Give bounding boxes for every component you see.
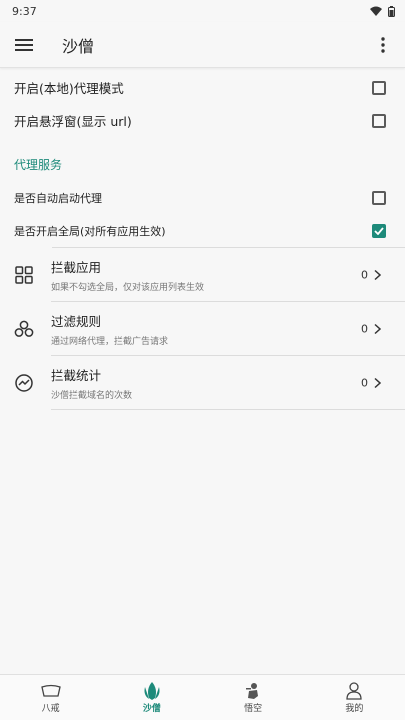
tab-mine[interactable]: 我的	[324, 681, 384, 714]
tab-label: 八戒	[41, 704, 60, 714]
nav-item-count: 0	[361, 268, 368, 281]
status-bar: 9:37	[0, 0, 405, 22]
nav-item-intercept-stats[interactable]: 拦截统计 沙僧拦截域名的次数 0	[0, 356, 405, 410]
tab-label: 沙僧	[142, 704, 161, 714]
more-options-icon[interactable]	[373, 36, 393, 53]
chevron-right-icon	[374, 323, 381, 334]
nav-item-subtitle: 通过网络代理，拦截广告请求	[51, 336, 169, 347]
chevron-right-icon	[374, 377, 381, 388]
checkbox[interactable]	[372, 190, 386, 205]
battery-icon	[388, 5, 395, 17]
nav-item-filter-rules[interactable]: 过滤规则 通过网络代理，拦截广告请求 0	[0, 302, 405, 356]
tab-shaseng[interactable]: 沙僧	[122, 681, 182, 714]
option-label: 是否开启全局(对所有应用生效)	[14, 224, 166, 238]
option-floating-window[interactable]: 开启悬浮窗(显示 url)	[0, 104, 405, 137]
checkbox[interactable]	[372, 80, 386, 95]
tab-bajie[interactable]: 八戒	[21, 681, 81, 714]
check-icon	[374, 226, 384, 235]
option-label: 开启(本地)代理模式	[14, 81, 124, 96]
nav-item-subtitle: 如果不勾选全局，仅对该应用列表生效	[51, 282, 205, 293]
nav-item-title: 拦截统计	[51, 367, 102, 383]
option-label: 开启悬浮窗(显示 url)	[14, 114, 132, 129]
nav-item-count-wrap: 0	[361, 322, 381, 335]
page-title: 沙僧	[62, 36, 95, 56]
section-title: 代理服务	[14, 158, 63, 172]
nav-item-count: 0	[361, 376, 368, 389]
tab-wukong[interactable]: 悟空	[223, 681, 283, 714]
app-bar: 沙僧	[0, 22, 405, 68]
option-auto-start[interactable]: 是否自动启动代理	[0, 181, 405, 214]
monkey-icon	[245, 681, 261, 701]
chart-circle-icon	[12, 371, 36, 395]
option-global[interactable]: 是否开启全局(对所有应用生效)	[0, 214, 405, 247]
option-label: 是否自动启动代理	[14, 191, 102, 205]
status-icons	[370, 5, 395, 17]
nav-item-count: 0	[361, 322, 368, 335]
option-local-proxy[interactable]: 开启(本地)代理模式	[0, 71, 405, 104]
tab-label: 悟空	[244, 704, 263, 714]
menu-icon[interactable]	[12, 33, 36, 57]
person-icon	[346, 681, 363, 701]
status-time: 9:37	[12, 4, 37, 18]
checkbox[interactable]	[372, 113, 386, 128]
leaf-icon	[143, 681, 161, 701]
nav-item-count-wrap: 0	[361, 376, 381, 389]
nav-item-count-wrap: 0	[361, 268, 381, 281]
nav-item-intercept-apps[interactable]: 拦截应用 如果不勾选全局，仅对该应用列表生效 0	[0, 248, 405, 302]
hexagons-icon	[12, 317, 36, 341]
wifi-icon	[370, 6, 382, 16]
nav-item-title: 过滤规则	[51, 313, 102, 329]
bottom-navigation: 八戒 沙僧 悟空 我的	[0, 674, 405, 720]
chevron-right-icon	[374, 269, 381, 280]
grid-icon	[12, 263, 36, 287]
checkbox-checked[interactable]	[372, 223, 386, 238]
pig-icon	[40, 681, 62, 701]
nav-item-subtitle: 沙僧拦截域名的次数	[51, 390, 133, 401]
tab-label: 我的	[345, 704, 364, 714]
nav-item-title: 拦截应用	[51, 259, 102, 275]
